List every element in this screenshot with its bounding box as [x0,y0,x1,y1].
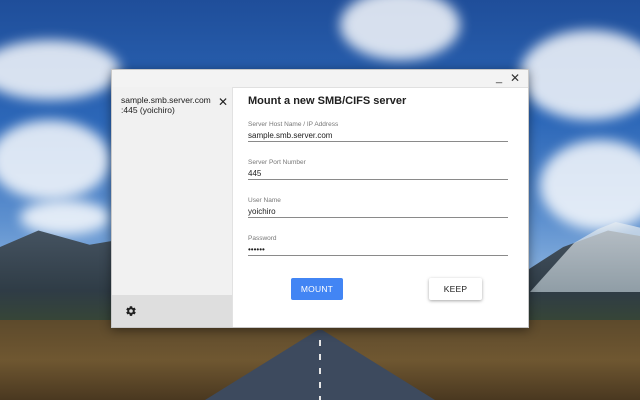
mount-button[interactable]: MOUNT [291,278,343,300]
window-titlebar[interactable]: _ ✕ [112,70,528,88]
sidebar: sample.smb.server.com :445 (yoichiro) ✕ [112,87,233,327]
mount-form: Mount a new SMB/CIFS server Server Host … [233,87,528,327]
wallpaper-cloud [0,120,110,200]
port-input[interactable] [248,166,508,180]
port-field-group: Server Port Number [248,159,508,180]
window-close-button[interactable]: ✕ [508,71,522,85]
minimize-button[interactable]: _ [492,71,506,85]
wallpaper-road-line [319,340,321,400]
wallpaper-cloud [0,40,120,100]
wallpaper-cloud [540,140,640,230]
wallpaper-cloud [340,0,460,60]
host-input[interactable] [248,128,508,142]
password-input[interactable] [248,242,508,256]
wallpaper-snow-peak [530,222,640,292]
host-label: Server Host Name / IP Address [248,121,339,128]
smb-mount-window: _ ✕ sample.smb.server.com :445 (yoichiro… [111,69,529,328]
password-field-group: Password [248,235,508,256]
wallpaper-cloud [20,200,110,235]
sidebar-footer [112,295,232,327]
user-input[interactable] [248,204,508,218]
password-label: Password [248,235,277,242]
user-field-group: User Name [248,197,508,218]
sidebar-server-entry[interactable]: sample.smb.server.com :445 (yoichiro) ✕ [112,87,232,115]
gear-icon[interactable] [125,305,137,317]
port-label: Server Port Number [248,159,306,166]
sidebar-entry-port-user: :445 (yoichiro) [121,105,175,115]
user-label: User Name [248,197,281,204]
host-field-group: Server Host Name / IP Address [248,121,508,142]
keep-button[interactable]: KEEP [429,278,482,300]
sidebar-entry-host: sample.smb.server.com [121,95,211,105]
remove-entry-close-icon[interactable]: ✕ [217,96,229,108]
wallpaper-cloud [520,30,640,120]
page-title: Mount a new SMB/CIFS server [248,95,407,107]
